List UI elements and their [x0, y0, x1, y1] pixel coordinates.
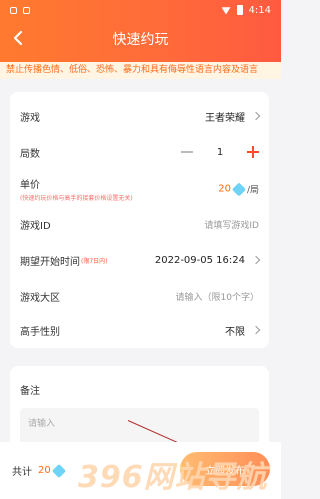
plus-icon[interactable]	[247, 146, 259, 158]
game-id-row[interactable]: 游戏ID 请填写游戏ID	[10, 206, 269, 242]
remark-title: 备注	[20, 386, 40, 397]
chevron-right-icon	[251, 325, 261, 335]
battery-icon	[236, 5, 243, 15]
back-arrow-icon[interactable]	[10, 30, 26, 46]
diamond-icon	[51, 463, 66, 478]
chevron-right-icon	[251, 255, 261, 265]
diamond-icon	[231, 181, 247, 197]
game-id-input[interactable]: 请填写游戏ID	[204, 218, 259, 231]
region-label: 游戏大区	[20, 292, 60, 304]
rounds-value[interactable]: 1	[203, 147, 237, 158]
price-row: 单价 (快速约玩价格与高手的接套价格设置无关) 20 /局	[10, 170, 269, 208]
price-label: 单价	[20, 180, 40, 191]
gender-row[interactable]: 高手性别 不限	[10, 312, 269, 348]
price-value: 20	[218, 183, 231, 195]
game-value: 王者荣耀	[205, 112, 245, 124]
page-title: 快速约玩	[112, 32, 169, 48]
game-id-label: 游戏ID	[20, 220, 51, 232]
gender-label: 高手性别	[20, 326, 60, 338]
price-note: (快速约玩价格与高手的接套价格设置无关)	[20, 195, 133, 202]
gender-value: 不限	[225, 326, 245, 338]
total-value: 20	[38, 465, 51, 476]
watermark-logo: 396网站导航	[78, 460, 268, 495]
nav-bar: 快速约玩	[0, 22, 281, 56]
status-time: 4:14	[248, 4, 271, 16]
start-time-row[interactable]: 期望开始时间 (限7日内) 2022-09-05 16:24	[10, 242, 269, 278]
rounds-label: 局数	[20, 148, 40, 160]
start-time-value: 2022-09-05 16:24	[154, 254, 245, 266]
notice-banner: 禁止传播色情、低俗、恐怖、暴力和具有侮辱性语言内容及语言	[0, 62, 281, 79]
rounds-row: 局数 1	[10, 134, 269, 170]
start-time-label: 期望开始时间	[20, 256, 80, 268]
game-label: 游戏	[20, 112, 40, 124]
total-label: 共计	[12, 467, 32, 478]
status-bar: 4:14	[0, 0, 281, 20]
minus-icon[interactable]	[181, 151, 193, 153]
rounds-stepper: 1	[181, 146, 259, 158]
order-form-card: 游戏 王者荣耀 局数 1 单价 (快速约玩价格与高手的接套价格设置无关) 20 …	[10, 92, 269, 348]
wifi-icon	[221, 7, 231, 15]
notification-icon	[10, 6, 17, 14]
region-row[interactable]: 游戏大区 请输入（限10个字）	[10, 278, 269, 314]
chevron-right-icon	[251, 111, 261, 121]
app-icon	[23, 6, 30, 14]
price-unit: /局	[246, 185, 259, 196]
game-row[interactable]: 游戏 王者荣耀	[10, 98, 269, 134]
region-input[interactable]: 请输入（限10个字）	[176, 290, 259, 303]
start-time-tag: (限7日内)	[81, 257, 108, 265]
